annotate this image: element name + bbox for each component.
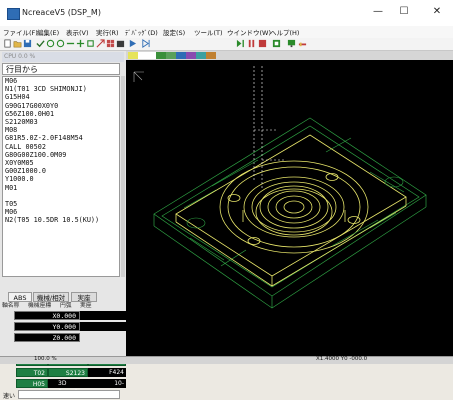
monitor-icon[interactable] [287,39,296,48]
menu-window[interactable]: ウインドウ(W) [227,27,271,37]
plus-icon[interactable] [76,39,85,48]
menu-help[interactable]: ヘルプ(H) [270,27,299,37]
subheader-machine-coords: 機械座標 [28,303,52,309]
open-folder-icon[interactable] [13,39,22,48]
tool-icon[interactable] [298,39,307,48]
status-cell: T02 [16,368,48,377]
stop-icon[interactable] [258,39,267,48]
circle-icon[interactable] [46,39,55,48]
menu-run[interactable]: 実行(R) [96,27,119,37]
nc-program-editor[interactable]: M06 N1(T01 3CD SHIMONJI) G15H04 G90G17G00X0… [2,76,120,277]
coord-y-value: Y0.000 [14,322,80,331]
nc-program-line: X0Y0M05 [5,159,34,168]
nc-program-line: S2120M03 [5,118,38,127]
status-zoom: 100.0 % [34,356,57,362]
nc-program-line: N1(T01 3CD SHIMONJI) [5,85,87,94]
toolbar [0,38,453,51]
tab-abs[interactable]: ABS [8,292,32,302]
cpu-usage-label: CPU 0.0 % [2,52,124,62]
tab-actual[interactable]: 実座 [71,292,97,302]
menu-settings[interactable]: 設定(S) [163,27,185,37]
menu-bar: ファイル(F) 編集(E) 表示(V) 実行(R) ﾃﾞﾊﾞｯｸﾞ(D) 設定(… [0,26,453,38]
nc-program-line: G81R5.0Z-2.0F148M54 [5,134,83,143]
subheader-axis-name: 軸名称 [2,303,20,309]
subheader-arc: 円弧 [60,303,72,309]
green-square-icon[interactable] [272,39,281,48]
menu-debug[interactable]: ﾃﾞﾊﾞｯｸﾞ(D) [125,27,158,37]
nc-program-line: G80G00Z100.0M09 [5,150,67,159]
status-cell: F424 [88,368,126,377]
play-icon[interactable] [128,39,137,48]
check-icon[interactable] [36,39,45,48]
nc-program-line: M01 [5,183,18,192]
coord-y-extra [80,322,126,331]
3d-speed-checkbox[interactable]: 3D Speed [48,379,88,396]
menu-view[interactable]: 表示(V) [66,27,89,37]
nc-program-scrollbar[interactable] [121,76,125,277]
tab-machine-relative[interactable]: 機械/相対 [33,292,69,302]
toolpath-yellow [175,134,407,287]
grid-icon[interactable] [106,39,115,48]
nc-program-line: T05 [5,200,18,209]
coord-z-value: Z0.000 [14,333,80,342]
speed-label: 速い [3,393,16,400]
line-icon[interactable] [66,39,75,48]
nc-program-line: G15H04 [5,93,30,102]
app-icon [7,8,20,20]
arrow-icon[interactable] [96,39,105,48]
nc-program-line: M06 [5,77,18,85]
nc-program-line: Y1000.0 [5,175,34,184]
minimize-button[interactable]: — [371,6,385,18]
status-cell: 10- [88,379,126,388]
rapid-moves [253,66,286,190]
viewport-toolbar [126,51,453,60]
coord-x-value: X0.000 [14,311,80,320]
axis-indicator [133,71,144,82]
tool-palette-strip[interactable] [126,51,453,60]
pause-icon[interactable] [247,39,256,48]
save-icon[interactable] [23,39,32,48]
window-title: NcreaceV5 (DSP_M) [22,8,101,17]
status-cell: S2123 [48,368,88,377]
speed-slider[interactable] [18,390,120,399]
nc-program-line: M06 [5,208,18,217]
toolpath-viewport[interactable] [126,60,453,356]
nc-program-line: CALL 00502 [5,142,46,151]
subheader-actual: 実座 [80,303,92,309]
nc-program-line: M08 [5,126,18,135]
skip-icon[interactable] [236,39,245,48]
circle-outline-icon[interactable] [56,39,65,48]
start-line-field[interactable]: 行目から [2,63,120,75]
title-bar: NcreaceV5 (DSP_M) — ☐ ✕ [0,0,453,26]
sheet-icon[interactable] [116,39,125,48]
menu-tools[interactable]: ツール(T) [194,27,223,37]
maximize-button[interactable]: ☐ [397,6,411,18]
nc-program-line: N2(T05 10.5DR 10.5(KU)) [5,216,100,225]
nc-program-line [3,192,119,200]
close-button[interactable]: ✕ [430,6,444,18]
menu-edit[interactable]: 編集(E) [37,27,59,37]
new-file-icon[interactable] [3,39,12,48]
status-coords: X1.4000 Y0 -000.0 [316,356,368,362]
nc-program-line: G90G17G00X0Y0 [5,101,59,110]
nc-program-line: G56Z100.0H01 [5,109,55,118]
left-panel: CPU 0.0 % 行目から M06 N1(T01 3CD SHIMONJI) G1… [0,51,126,400]
menu-file[interactable]: ファイル(F) [3,27,38,37]
square-icon[interactable] [86,39,95,48]
step-icon[interactable] [141,39,150,48]
coord-x-extra [80,311,126,320]
status-cell: H05 [16,379,48,388]
nc-program-line: G00Z1000.0 [5,167,46,176]
